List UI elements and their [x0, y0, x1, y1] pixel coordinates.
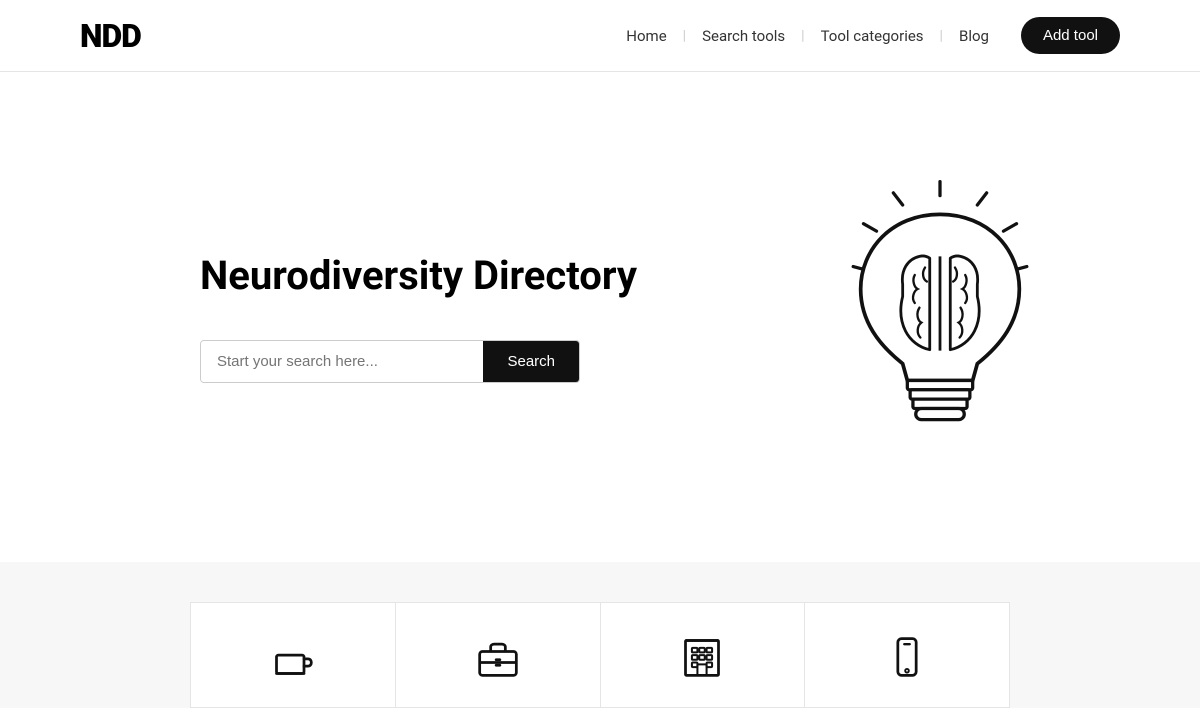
hero-section: Neurodiversity Directory Search	[0, 72, 1200, 562]
logo: NDD	[80, 17, 141, 55]
search-input[interactable]	[201, 341, 483, 382]
nav-links: Home | Search tools | Tool categories | …	[610, 17, 1120, 54]
nav-search-tools[interactable]: Search tools	[686, 27, 801, 45]
category-cards-container	[190, 602, 1010, 708]
phone-icon	[885, 635, 929, 679]
nav-home[interactable]: Home	[610, 27, 682, 45]
coffee-icon	[271, 635, 315, 679]
category-card-daily-living[interactable]	[190, 602, 395, 708]
hero-left: Neurodiversity Directory Search	[200, 252, 720, 383]
nav-blog[interactable]: Blog	[943, 27, 1005, 45]
building-icon	[680, 635, 724, 679]
brain-lightbulb-icon	[800, 177, 1080, 457]
hero-title: Neurodiversity Directory	[200, 252, 720, 300]
search-container: Search	[200, 340, 580, 383]
briefcase-icon	[476, 635, 520, 679]
search-button[interactable]: Search	[483, 341, 579, 382]
category-card-mobile[interactable]	[804, 602, 1010, 708]
category-card-organization[interactable]	[600, 602, 805, 708]
category-card-work[interactable]	[395, 602, 600, 708]
add-tool-button[interactable]: Add tool	[1021, 17, 1120, 54]
navbar: NDD Home | Search tools | Tool categorie…	[0, 0, 1200, 72]
hero-illustration-container	[800, 177, 1080, 457]
category-section	[0, 562, 1200, 708]
nav-tool-categories[interactable]: Tool categories	[805, 27, 940, 45]
